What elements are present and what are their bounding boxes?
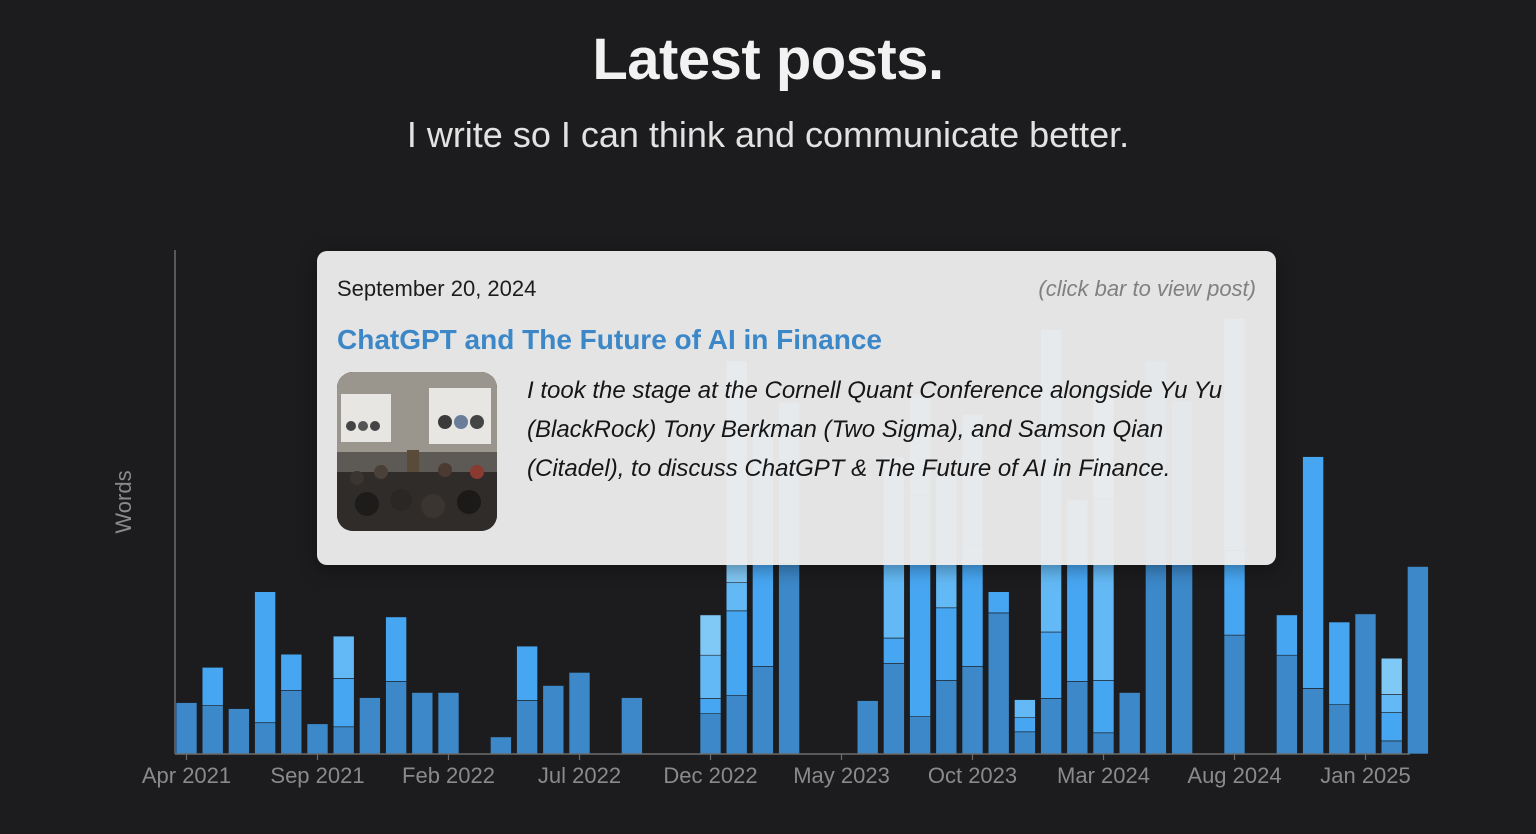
- x-ticks-group: Apr 2021 Sep 2021 Feb 2022 Jul 2022 Dec 2022…: [142, 754, 1411, 788]
- x-tick-label: Jul 2022: [538, 763, 621, 788]
- bar-segment[interactable]: [1014, 717, 1036, 733]
- x-tick-label: Dec 2022: [663, 763, 757, 788]
- bar-segment[interactable]: [856, 700, 879, 755]
- bar-segment[interactable]: [201, 666, 224, 706]
- y-axis-label: Words: [111, 470, 136, 533]
- bar-segment[interactable]: [987, 591, 1010, 614]
- bar-segment[interactable]: [411, 692, 434, 755]
- bar-segment[interactable]: [306, 723, 329, 755]
- bar-segment[interactable]: [961, 665, 984, 755]
- bar-segment[interactable]: [1066, 681, 1089, 755]
- conference-panel-photo-icon: [337, 372, 497, 531]
- bar-segment[interactable]: [883, 662, 905, 755]
- bar-segment[interactable]: [490, 736, 512, 755]
- bar-segment[interactable]: [699, 654, 722, 699]
- post-title-link[interactable]: ChatGPT and The Future of AI in Finance: [337, 324, 882, 356]
- bar-segment[interactable]: [332, 678, 355, 728]
- x-tick-label: Oct 2023: [928, 763, 1017, 788]
- bar-segment[interactable]: [1380, 694, 1403, 713]
- bar-segment[interactable]: [1223, 634, 1246, 755]
- bar-segment[interactable]: [1014, 731, 1036, 755]
- bar-segment[interactable]: [1302, 688, 1324, 755]
- bar-segment[interactable]: [332, 635, 355, 679]
- bar-segment[interactable]: [542, 685, 565, 755]
- bar-segment[interactable]: [280, 690, 303, 755]
- bar-segment[interactable]: [935, 607, 958, 681]
- bar-segment[interactable]: [1354, 613, 1377, 755]
- x-tick-label: Feb 2022: [402, 763, 495, 788]
- x-tick-label: Apr 2021: [142, 763, 231, 788]
- x-tick-label: Sep 2021: [270, 763, 364, 788]
- bar-segment[interactable]: [1118, 692, 1141, 755]
- bar-segment[interactable]: [1092, 732, 1115, 755]
- bar-segment[interactable]: [987, 612, 1010, 755]
- bar-segment[interactable]: [1380, 657, 1403, 695]
- bar-segment[interactable]: [516, 700, 538, 755]
- bar-segment[interactable]: [1040, 698, 1062, 755]
- bar-segment[interactable]: [909, 716, 931, 755]
- bar-segment[interactable]: [725, 695, 748, 755]
- bar-segment[interactable]: [254, 722, 276, 755]
- bar-segment[interactable]: [1276, 614, 1298, 656]
- post-tooltip[interactable]: September 20, 2024 (click bar to view po…: [317, 251, 1276, 565]
- bar-segment[interactable]: [359, 697, 381, 755]
- bar-segment[interactable]: [254, 591, 276, 724]
- bar-segment[interactable]: [752, 665, 774, 755]
- bar-segment[interactable]: [175, 702, 198, 755]
- bar-segment[interactable]: [1092, 680, 1115, 734]
- post-excerpt: I took the stage at the Cornell Quant Co…: [527, 377, 1223, 482]
- bar-segment[interactable]: [778, 563, 800, 755]
- bar-segment[interactable]: [1276, 654, 1298, 755]
- bar-segment[interactable]: [935, 680, 958, 755]
- bar-segment[interactable]: [1328, 704, 1351, 755]
- bar-segment[interactable]: [228, 708, 250, 755]
- bar-segment[interactable]: [699, 713, 722, 755]
- bar-segment[interactable]: [1014, 699, 1036, 718]
- bar-segment[interactable]: [1380, 712, 1403, 742]
- bar-segment[interactable]: [621, 697, 643, 755]
- bar-segment[interactable]: [385, 681, 407, 755]
- bar-segment[interactable]: [516, 645, 538, 701]
- bar-segment[interactable]: [725, 582, 748, 612]
- bar-segment[interactable]: [1380, 740, 1403, 755]
- bar-segment[interactable]: [385, 616, 407, 682]
- bar-segment[interactable]: [1040, 631, 1062, 699]
- bar-segment[interactable]: [280, 653, 303, 691]
- post-thumbnail[interactable]: [337, 372, 497, 531]
- bar-segment[interactable]: [568, 672, 591, 755]
- x-tick-label: Aug 2024: [1187, 763, 1281, 788]
- bar-segment[interactable]: [437, 692, 460, 755]
- bar-segment[interactable]: [883, 637, 905, 664]
- bar-segment[interactable]: [332, 726, 355, 755]
- bar-segment[interactable]: [1407, 566, 1429, 755]
- bar-segment[interactable]: [201, 705, 224, 755]
- bar-segment[interactable]: [1302, 456, 1324, 689]
- bar-segment[interactable]: [725, 610, 748, 696]
- post-date: September 20, 2024: [337, 276, 537, 301]
- x-tick-label: May 2023: [793, 763, 890, 788]
- bar-segment[interactable]: [1328, 621, 1351, 705]
- bar-segment[interactable]: [699, 698, 722, 714]
- click-hint: (click bar to view post): [1038, 276, 1256, 301]
- x-tick-label: Mar 2024: [1057, 763, 1150, 788]
- x-tick-label: Jan 2025: [1320, 763, 1411, 788]
- bar-segment[interactable]: [699, 614, 722, 656]
